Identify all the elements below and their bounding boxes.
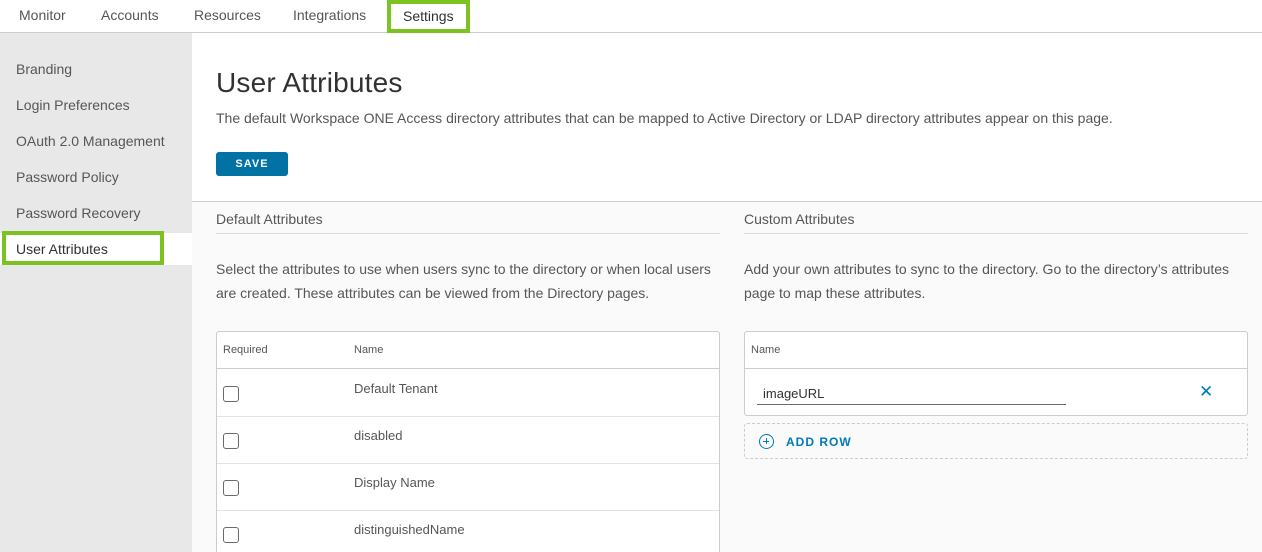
- attribute-name: distinguishedName: [354, 522, 465, 537]
- default-attributes-description: Select the attributes to use when users …: [216, 261, 711, 301]
- sidebar-item-branding[interactable]: Branding: [0, 54, 192, 84]
- sidebar-item-password-recovery[interactable]: Password Recovery: [0, 198, 192, 228]
- tab-settings[interactable]: Settings: [387, 0, 470, 33]
- column-header-name: Name: [354, 344, 384, 356]
- attribute-name: Display Name: [354, 475, 435, 490]
- table-row: distinguishedName: [217, 511, 719, 552]
- tab-resources[interactable]: Resources: [178, 0, 277, 32]
- save-button[interactable]: SAVE: [216, 152, 288, 176]
- sidebar-item-login-preferences[interactable]: Login Preferences: [0, 90, 192, 120]
- custom-attributes-description: Add your own attributes to sync to the d…: [744, 261, 1230, 301]
- selection-highlight: [2, 231, 164, 265]
- table-header: Name: [745, 332, 1247, 369]
- plus-circle-icon: [759, 434, 774, 449]
- required-checkbox[interactable]: [223, 386, 239, 402]
- custom-attributes-title: Custom Attributes: [744, 211, 1248, 234]
- default-attributes-title: Default Attributes: [216, 211, 720, 234]
- column-header-required: Required: [223, 344, 268, 356]
- attribute-name: disabled: [354, 428, 403, 443]
- table-row: Display Name: [217, 464, 719, 511]
- required-checkbox[interactable]: [223, 433, 239, 449]
- default-attributes-table: Required Name Default Tenant disabled Di…: [216, 331, 720, 552]
- page-description: The default Workspace ONE Access directo…: [216, 110, 1113, 126]
- column-header-name: Name: [751, 344, 781, 356]
- sidebar: Branding Login Preferences OAuth 2.0 Man…: [0, 33, 192, 552]
- required-checkbox[interactable]: [223, 480, 239, 496]
- top-nav: Monitor Accounts Resources Integrations …: [0, 0, 1262, 33]
- close-icon[interactable]: ✕: [1199, 382, 1213, 402]
- tab-monitor[interactable]: Monitor: [3, 0, 82, 32]
- tab-integrations[interactable]: Integrations: [277, 0, 382, 32]
- sidebar-item-password-policy[interactable]: Password Policy: [0, 162, 192, 192]
- page-title: User Attributes: [216, 67, 403, 98]
- add-row-button[interactable]: ADD ROW: [744, 423, 1248, 459]
- tab-accounts[interactable]: Accounts: [85, 0, 175, 32]
- main-content: User Attributes The default Workspace ON…: [192, 33, 1262, 552]
- required-checkbox[interactable]: [223, 527, 239, 543]
- table-row: Default Tenant: [217, 370, 719, 417]
- sidebar-item-oauth-management[interactable]: OAuth 2.0 Management: [0, 126, 192, 156]
- custom-attributes-table: Name ✕: [744, 331, 1248, 416]
- attribute-name: Default Tenant: [354, 381, 438, 396]
- add-row-label: ADD ROW: [786, 435, 852, 449]
- custom-attribute-input[interactable]: [757, 383, 1066, 405]
- table-header: Required Name: [217, 332, 719, 369]
- table-row: disabled: [217, 417, 719, 464]
- attributes-panel: Default Attributes Select the attributes…: [192, 201, 1262, 552]
